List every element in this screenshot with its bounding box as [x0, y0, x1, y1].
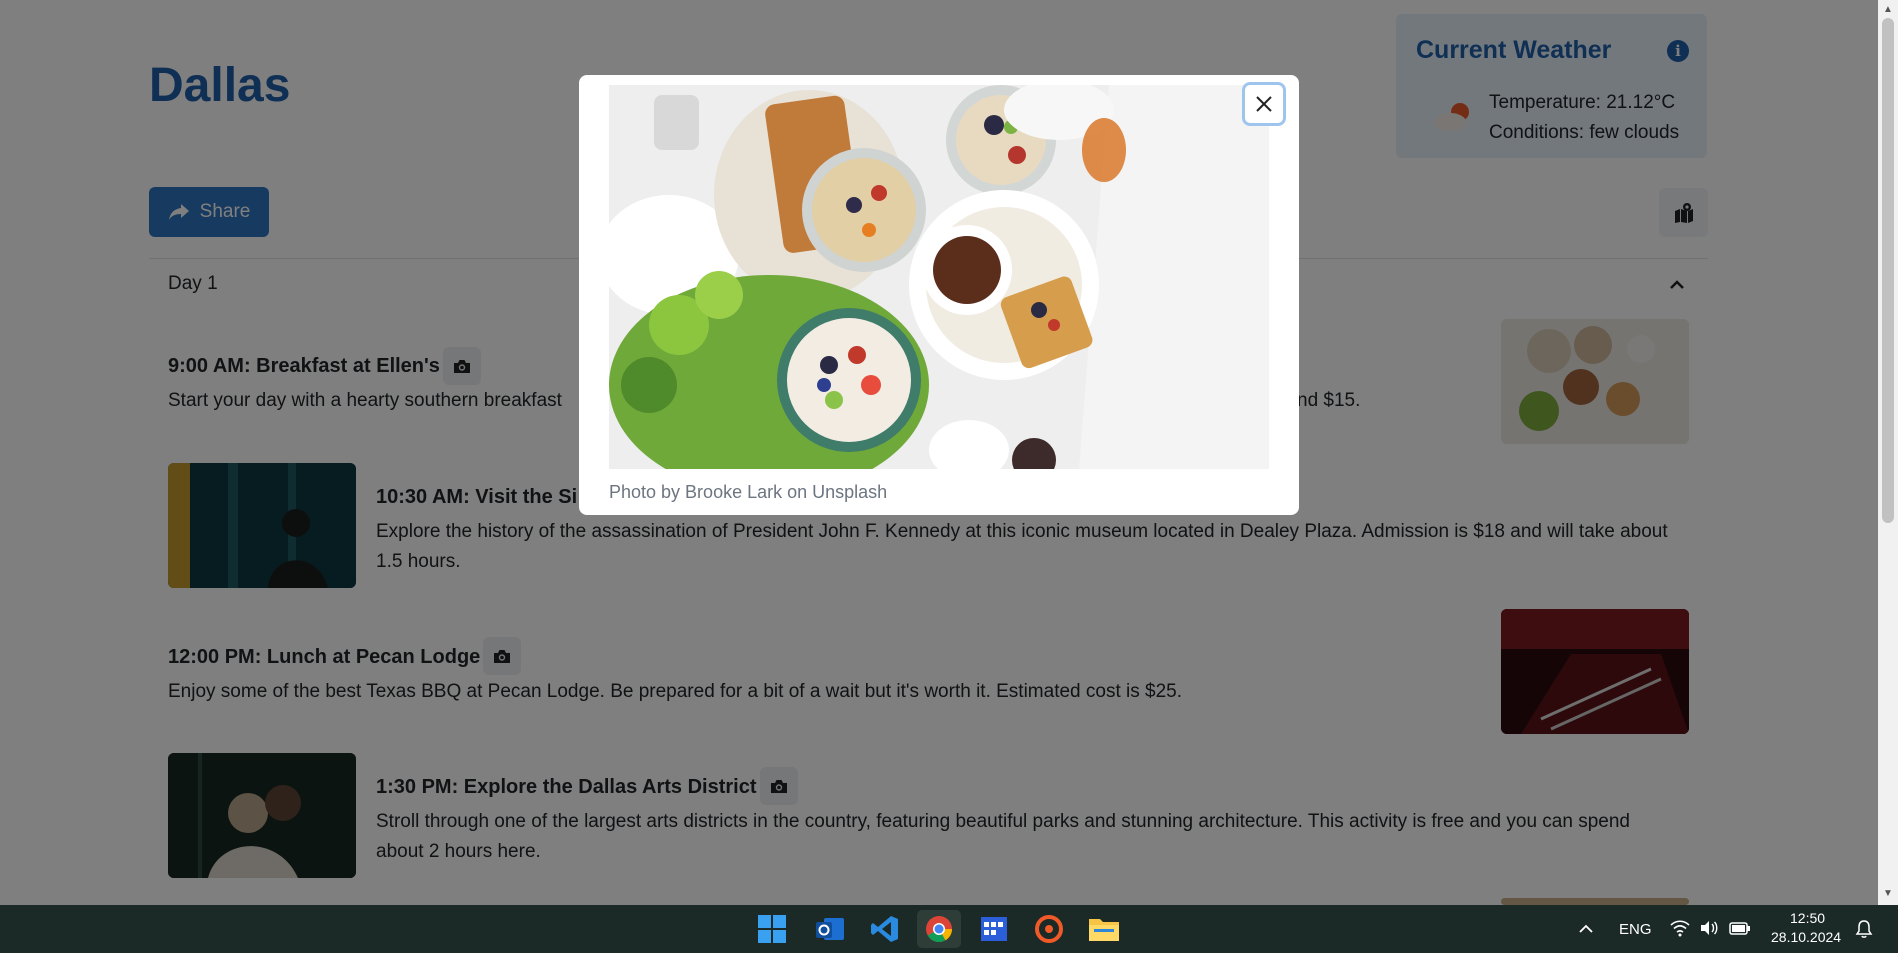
scroll-down-arrow[interactable]: ▼ [1883, 888, 1893, 899]
taskbar-file-explorer[interactable] [1082, 910, 1126, 948]
modal-photo [609, 85, 1269, 469]
chrome-icon [926, 916, 953, 943]
modal-close-button[interactable] [1242, 82, 1286, 126]
close-icon [1256, 96, 1272, 112]
scroll-up-arrow[interactable]: ▲ [1883, 4, 1893, 15]
clock-date[interactable]: 28.10.2024 [1771, 929, 1841, 945]
clock-time[interactable]: 12:50 [1790, 910, 1825, 926]
windows-start-button[interactable] [750, 910, 794, 948]
wifi-icon[interactable] [1670, 919, 1690, 937]
taskbar-vscode[interactable] [863, 910, 907, 948]
scrollbar-thumb[interactable] [1882, 18, 1894, 523]
taskbar-outlook[interactable] [808, 910, 852, 948]
volume-icon[interactable] [1699, 919, 1719, 937]
photo-caption[interactable]: Photo by Brooke Lark on Unsplash [609, 482, 887, 503]
taskbar-calendar-app[interactable] [972, 910, 1016, 948]
notification-icon[interactable] [1855, 919, 1873, 939]
taskbar-chrome[interactable] [917, 910, 961, 948]
vscode-icon [871, 916, 898, 942]
photo-modal: Photo by Brooke Lark on Unsplash [579, 75, 1299, 515]
language-indicator[interactable]: ENG [1619, 921, 1652, 938]
windows-start-icon [758, 915, 786, 943]
page-scrollbar[interactable]: ▲ ▼ [1878, 0, 1898, 905]
taskbar-git-app[interactable] [1027, 910, 1071, 948]
show-hidden-icons-chevron[interactable] [1578, 921, 1594, 937]
git-icon [1035, 915, 1063, 943]
outlook-icon [816, 918, 844, 940]
calendar-app-icon [981, 917, 1007, 941]
file-explorer-icon [1089, 919, 1119, 941]
battery-icon[interactable] [1729, 919, 1751, 937]
taskbar: ENG 12:50 28.10.2024 [0, 905, 1898, 953]
